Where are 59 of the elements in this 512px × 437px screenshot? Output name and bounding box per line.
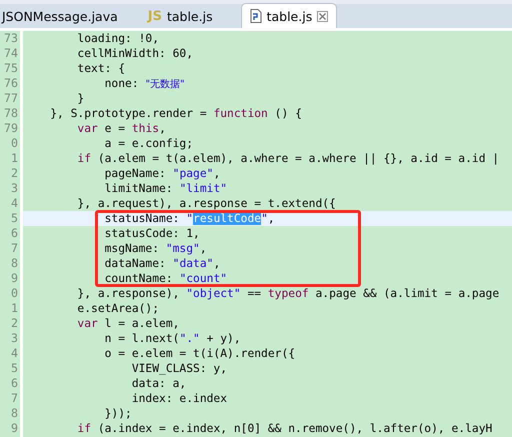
line-number: 7 [10, 391, 19, 406]
line-number: 5 [10, 361, 19, 376]
code-line: statusCode: 1, [104, 226, 201, 241]
line-number: 8 [10, 406, 19, 421]
line-number: 9 [10, 271, 19, 286]
code-line: msgName: "msg", [104, 241, 208, 256]
line-number: 79 [3, 121, 19, 136]
line-number: 74 [3, 46, 19, 61]
code-line: index: e.index [130, 391, 228, 406]
code-line: e.setArea(); [76, 301, 160, 316]
line-number: 7 [10, 241, 19, 256]
code-line: }, a.response), "object" == typeof a.page && (a.limit = a.page [76, 286, 500, 301]
line-number: 5 [10, 211, 19, 226]
code-line: o = e.elem = t(i(A).render({ [104, 346, 296, 361]
code-line: if (a.index = e.index, n[0] && n.remove(), l.after(o), e.layH [76, 421, 494, 436]
file-icon [250, 9, 262, 23]
code-line: loading: !0, [76, 31, 160, 46]
js-file-icon: JS [148, 8, 162, 24]
line-number: 3 [10, 331, 19, 346]
line-number: 73 [3, 31, 19, 46]
line-number: 2 [10, 316, 19, 331]
line-number: 3 [10, 181, 19, 196]
code-line: cellMinWidth: 60, [76, 46, 194, 61]
code-line: n = l.next("." + y), [104, 331, 242, 346]
code-line: data: a, [130, 376, 188, 391]
code-line: countName: "count" [104, 271, 228, 286]
code-line: }, S.prototype.render = function () { [49, 106, 303, 121]
line-number: 4 [10, 196, 19, 211]
code-line: limitName: "limit" [104, 181, 228, 196]
line-number: 1 [10, 151, 19, 166]
line-number: 2 [10, 166, 19, 181]
line-number: 75 [3, 61, 19, 76]
code-line: VIEW_CLASS: y, [130, 361, 228, 376]
close-icon[interactable] [317, 10, 328, 22]
line-number: 4 [10, 346, 19, 361]
editor-tab[interactable]: JSONMessage.java [0, 4, 122, 28]
line-number: 78 [3, 106, 19, 121]
code-line: }, a.request), a.response = t.extend({ [76, 196, 337, 211]
code-line: var l = a.elem, [76, 316, 180, 331]
code-line: if (a.elem = t(a.elem), a.where = a.where || {}, a.id = a.id | [76, 151, 500, 166]
line-number: 77 [3, 91, 19, 106]
line-number: 9 [10, 421, 19, 436]
code-line: } [76, 91, 86, 106]
code-line: pageName: "page", [104, 166, 222, 181]
line-number: 76 [3, 76, 19, 91]
line-number: 6 [10, 226, 19, 241]
editor-tab[interactable]: table.js [240, 3, 338, 28]
code-line: none: "无数据" [104, 76, 186, 91]
line-number: 6 [10, 376, 19, 391]
line-number: 8 [10, 256, 19, 271]
code-line: var e = this, [76, 121, 167, 136]
code-line: dataName: "data", [104, 256, 222, 271]
code-line: a = e.config; [104, 136, 194, 151]
line-number: 0 [10, 136, 19, 151]
editor-tab[interactable]: JS table.js [146, 4, 217, 28]
code-line: text: { [76, 61, 126, 76]
line-number: 1 [10, 301, 19, 316]
code-line: })); [104, 406, 133, 421]
line-number: 0 [10, 286, 19, 301]
